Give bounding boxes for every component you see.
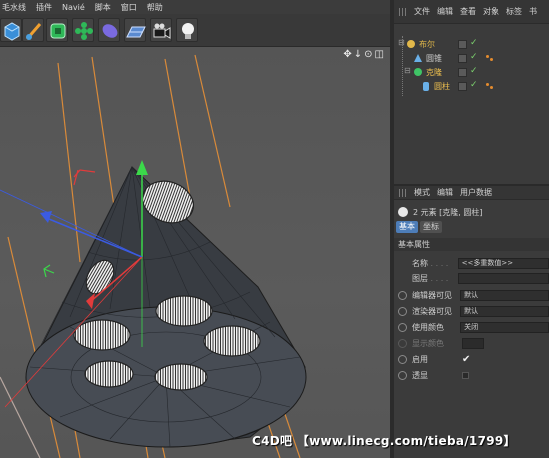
- animate-radio[interactable]: [398, 338, 407, 348]
- menu-item-pipeline[interactable]: 毛水线: [2, 2, 26, 13]
- menu-item-plugins[interactable]: 插件: [36, 2, 52, 13]
- om-menu-view[interactable]: 查看: [460, 6, 476, 17]
- cone-mesh[interactable]: [25, 166, 307, 448]
- use-color-select[interactable]: 关闭: [460, 321, 549, 333]
- section-title: 基本属性: [398, 240, 430, 249]
- visibility-toggle[interactable]: [458, 40, 467, 49]
- attribute-manager: 模式 编辑 用户数据 2 元素 [克隆, 圆柱] 基本 坐标 基本属性 名称 .…: [394, 184, 549, 458]
- object-row-cloner[interactable]: ⊟ 克隆 ✓: [394, 66, 549, 79]
- animate-radio[interactable]: [398, 306, 407, 316]
- field-label: 渲染器可见: [412, 306, 452, 316]
- panel-grip-icon[interactable]: [399, 7, 407, 16]
- selection-label: 2 元素 [克隆, 圆柱]: [413, 207, 483, 217]
- field-label: 透显: [412, 370, 428, 380]
- cylinder-icon: [423, 82, 429, 91]
- object-manager: 文件 编辑 查看 对象 标签 书 ⊟ 布尔 ✓ 圆锥 ✓ ⊟ 克隆 ✓ 圆柱 ✓: [394, 0, 549, 184]
- object-name-boole[interactable]: 布尔: [419, 39, 435, 50]
- viewport-scene: [0, 54, 307, 458]
- subdivision-tool-icon[interactable]: [46, 18, 68, 42]
- field-label: 使用颜色: [412, 322, 444, 332]
- deformer-icon[interactable]: [98, 18, 120, 42]
- attribute-manager-menu: 模式 编辑 用户数据: [394, 186, 549, 200]
- section-header: 基本属性: [394, 238, 549, 251]
- visibility-toggle[interactable]: [458, 68, 467, 77]
- field-row-render-visible: 渲染器可见 默认: [394, 304, 549, 318]
- object-name-cylinder[interactable]: 圆柱: [434, 81, 450, 92]
- field-row-editor-visible: 编辑器可见 默认: [394, 288, 549, 302]
- enabled-checkbox[interactable]: ✔: [462, 354, 470, 365]
- object-row-cone[interactable]: 圆锥 ✓: [394, 52, 549, 65]
- tag-icon[interactable]: [486, 83, 489, 86]
- field-label: 编辑器可见: [412, 290, 452, 300]
- field-row-layer: 图层 . . . .: [394, 271, 549, 285]
- xray-checkbox[interactable]: [462, 371, 469, 379]
- menu-item-script[interactable]: 脚本: [95, 2, 111, 13]
- display-color-swatch[interactable]: [462, 337, 484, 349]
- menu-bar: 毛水线 插件 Navié 脚本 窗口 帮助: [0, 0, 390, 14]
- om-menu-file[interactable]: 文件: [414, 6, 430, 17]
- light-icon[interactable]: [176, 18, 198, 42]
- field-row-display-color: 显示颜色: [394, 336, 549, 350]
- cone-icon: [414, 54, 422, 62]
- object-row-cylinder[interactable]: 圆柱 ✓: [394, 80, 549, 93]
- enabled-check-icon[interactable]: ✓: [470, 52, 478, 62]
- pen-tool-icon[interactable]: [22, 18, 44, 42]
- am-menu-userdata[interactable]: 用户数据: [460, 187, 492, 198]
- flower-array-icon[interactable]: [72, 18, 94, 42]
- object-name-cone[interactable]: 圆锥: [426, 53, 442, 64]
- animate-radio[interactable]: [398, 370, 407, 380]
- cloner-icon: [398, 207, 408, 217]
- enabled-check-icon[interactable]: ✓: [470, 38, 478, 48]
- enabled-check-icon[interactable]: ✓: [470, 66, 478, 76]
- layer-field[interactable]: [457, 272, 549, 284]
- om-menu-object[interactable]: 对象: [483, 6, 499, 17]
- menu-item-navie[interactable]: Navié: [62, 3, 85, 12]
- editor-visible-select[interactable]: 默认: [460, 289, 549, 301]
- tab-coordinates[interactable]: 坐标: [420, 221, 442, 233]
- om-menu-edit[interactable]: 编辑: [437, 6, 453, 17]
- watermark-text: C4D吧 【www.linecg.com/tieba/1799】: [252, 434, 516, 448]
- toolbar: [0, 14, 390, 47]
- tab-basic[interactable]: 基本: [396, 221, 418, 233]
- selection-info: 2 元素 [克隆, 圆柱]: [394, 205, 549, 219]
- om-menu-bookmark[interactable]: 书: [529, 6, 537, 17]
- menu-item-help[interactable]: 帮助: [147, 2, 163, 13]
- object-name-cloner[interactable]: 克隆: [426, 67, 442, 78]
- tag-icon[interactable]: [486, 55, 489, 58]
- attribute-subtabs: 基本 坐标: [394, 220, 549, 234]
- field-label: 图层 . . . .: [412, 273, 449, 283]
- panel-grip-icon[interactable]: [399, 188, 407, 197]
- am-menu-mode[interactable]: 模式: [414, 187, 430, 198]
- viewport-nav-icons[interactable]: ✥↓⊙◫: [343, 49, 386, 60]
- field-label: 显示颜色: [412, 338, 444, 348]
- object-row-boole[interactable]: ⊟ 布尔 ✓: [394, 38, 549, 51]
- menu-item-window[interactable]: 窗口: [121, 2, 137, 13]
- cube-tool-icon[interactable]: [0, 18, 22, 42]
- cloner-icon: [414, 68, 422, 76]
- field-row-enabled: 启用 ✔: [394, 352, 549, 366]
- field-row-xray: 透显: [394, 368, 549, 382]
- tree-lines: [402, 36, 410, 96]
- visibility-toggle[interactable]: [458, 82, 467, 91]
- field-row-use-color: 使用颜色 关闭: [394, 320, 549, 334]
- 3d-viewport[interactable]: ✥↓⊙◫: [0, 47, 390, 458]
- enabled-check-icon[interactable]: ✓: [470, 80, 478, 90]
- om-menu-tags[interactable]: 标签: [506, 6, 522, 17]
- visibility-toggle[interactable]: [458, 54, 467, 63]
- animate-radio[interactable]: [398, 322, 407, 332]
- camera-icon[interactable]: [150, 18, 172, 42]
- animate-radio[interactable]: [398, 354, 407, 364]
- object-manager-menu: 文件 编辑 查看 对象 标签 书: [394, 0, 549, 24]
- am-menu-edit[interactable]: 编辑: [437, 187, 453, 198]
- field-label: 启用: [412, 354, 428, 364]
- animate-radio[interactable]: [398, 290, 407, 300]
- field-row-name: 名称 . . . . <<多重数值>>: [394, 256, 549, 270]
- floor-icon[interactable]: [124, 18, 146, 42]
- field-label: 名称 . . . .: [412, 258, 449, 268]
- name-field[interactable]: <<多重数值>>: [457, 257, 549, 269]
- render-visible-select[interactable]: 默认: [460, 305, 549, 317]
